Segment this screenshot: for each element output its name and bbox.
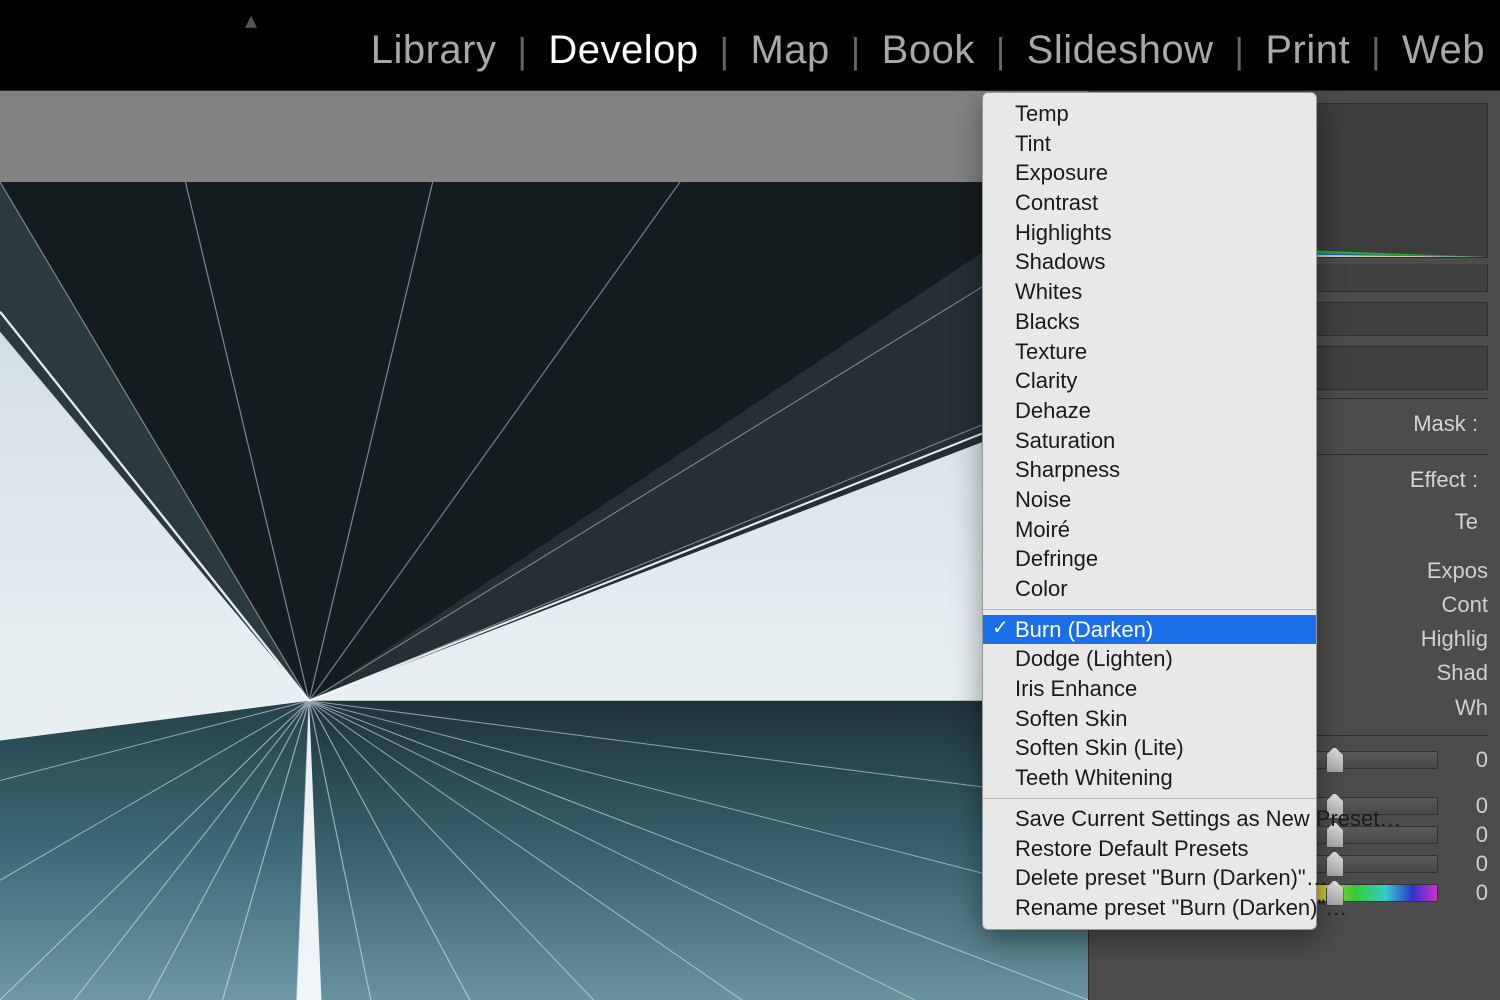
dropdown-item[interactable]: Noise: [983, 485, 1316, 515]
panel-collapse-caret[interactable]: ▴: [245, 6, 257, 35]
slider-knob[interactable]: [1326, 851, 1344, 877]
tab-separator: |: [1371, 30, 1381, 72]
dropdown-item[interactable]: Teeth Whitening: [983, 763, 1316, 793]
slider-value[interactable]: 0: [1448, 793, 1488, 819]
tab-library[interactable]: Library: [366, 28, 502, 73]
dropdown-item[interactable]: Whites: [983, 277, 1316, 307]
dropdown-item[interactable]: Texture: [983, 337, 1316, 367]
dropdown-item[interactable]: Restore Default Presets: [983, 834, 1316, 864]
slider-knob[interactable]: [1326, 747, 1344, 773]
dropdown-item[interactable]: Temp: [983, 99, 1316, 129]
dropdown-item[interactable]: Dodge (Lighten): [983, 644, 1316, 674]
tab-print[interactable]: Print: [1260, 28, 1355, 73]
dropdown-item[interactable]: Defringe: [983, 544, 1316, 574]
effect-preset-dropdown[interactable]: TempTintExposureContrastHighlightsShadow…: [982, 92, 1317, 930]
tab-map[interactable]: Map: [745, 28, 834, 73]
canvas-area: [0, 91, 1088, 1000]
tab-separator: |: [851, 30, 861, 72]
tab-separator: |: [1235, 30, 1245, 72]
dropdown-group-actions: Save Current Settings as New Preset…Rest…: [983, 804, 1316, 923]
slider-value[interactable]: 0: [1448, 822, 1488, 848]
dropdown-item[interactable]: Save Current Settings as New Preset…: [983, 804, 1316, 834]
dropdown-item[interactable]: Color: [983, 574, 1316, 604]
tab-separator: |: [720, 30, 730, 72]
dropdown-item[interactable]: Tint: [983, 129, 1316, 159]
tab-separator: |: [996, 30, 1006, 72]
dropdown-item[interactable]: Clarity: [983, 366, 1316, 396]
tab-web[interactable]: Web: [1397, 28, 1490, 73]
dropdown-item[interactable]: Iris Enhance: [983, 674, 1316, 704]
dropdown-item[interactable]: Soften Skin (Lite): [983, 733, 1316, 763]
dropdown-item[interactable]: Exposure: [983, 158, 1316, 188]
dropdown-item[interactable]: Highlights: [983, 218, 1316, 248]
dropdown-item[interactable]: Dehaze: [983, 396, 1316, 426]
tab-book[interactable]: Book: [877, 28, 980, 73]
dropdown-item[interactable]: Shadows: [983, 247, 1316, 277]
dropdown-group-presets: Burn (Darken)Dodge (Lighten)Iris Enhance…: [983, 615, 1316, 793]
dropdown-item[interactable]: Blacks: [983, 307, 1316, 337]
dropdown-divider: [983, 609, 1316, 610]
dropdown-item[interactable]: Delete preset "Burn (Darken)"…: [983, 863, 1316, 893]
dropdown-item[interactable]: Contrast: [983, 188, 1316, 218]
tab-slideshow[interactable]: Slideshow: [1022, 28, 1219, 73]
module-tabs: Library | Develop | Map | Book | Slidesh…: [366, 28, 1490, 73]
dropdown-item[interactable]: Moiré: [983, 515, 1316, 545]
slider-value[interactable]: 0: [1448, 851, 1488, 877]
slider-value[interactable]: 0: [1448, 747, 1488, 773]
tab-develop[interactable]: Develop: [543, 28, 703, 73]
dropdown-divider: [983, 798, 1316, 799]
dropdown-group-adjust: TempTintExposureContrastHighlightsShadow…: [983, 99, 1316, 604]
dropdown-item[interactable]: Sharpness: [983, 455, 1316, 485]
slider-value[interactable]: 0: [1448, 880, 1488, 906]
dropdown-item[interactable]: Soften Skin: [983, 704, 1316, 734]
tab-separator: |: [517, 30, 527, 72]
dropdown-item[interactable]: Rename preset "Burn (Darken)"…: [983, 893, 1316, 923]
dropdown-item[interactable]: Burn (Darken): [983, 615, 1316, 645]
dropdown-item[interactable]: Saturation: [983, 426, 1316, 456]
photo-preview[interactable]: [0, 182, 1088, 1000]
